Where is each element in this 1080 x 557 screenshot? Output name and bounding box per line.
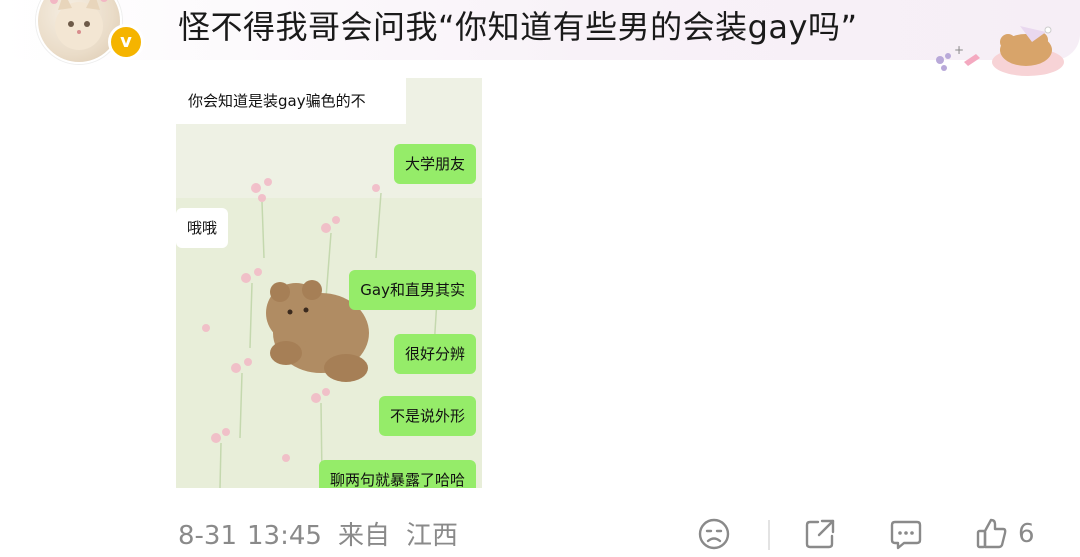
verified-badge: v [108, 24, 144, 60]
svg-text:+: + [954, 43, 964, 57]
comment-time: 13:45 [247, 521, 322, 551]
comment-date: 8-31 [178, 521, 238, 551]
comment-icon [890, 520, 922, 550]
chat-bubble-right: 聊两句就暴露了哈哈 [318, 460, 476, 488]
like-count: 6 [1018, 519, 1035, 549]
share-button[interactable] [802, 514, 838, 554]
sleeping-bear-sticker-icon: + [936, 26, 1064, 76]
comment-source-label: 来自 [337, 521, 390, 551]
comment-text: 怪不得我哥会问我“你知道有些男的会装gay吗” [178, 8, 858, 46]
chat-screenshot-image[interactable]: 你会知道是装gay骗色的不 大学朋友 哦哦 Gay和直男其实 很好分辨 不是说外… [176, 78, 482, 488]
chat-bubble-left: 你会知道是装gay骗色的不 [188, 92, 366, 110]
thumbs-up-icon [976, 518, 1007, 549]
dislike-button[interactable] [696, 514, 732, 554]
divider [768, 520, 770, 550]
chat-bubble-right: 很好分辨 [393, 334, 476, 374]
chat-bubble-right: Gay和直男其实 [349, 270, 476, 310]
comment-location: 江西 [405, 521, 458, 551]
chat-bubble-right: 大学朋友 [393, 144, 476, 184]
dislike-face-icon [698, 518, 730, 550]
chat-bubble-right: 不是说外形 [378, 396, 476, 436]
chat-bubble-left: 哦哦 [176, 208, 229, 248]
like-button[interactable]: 6 [974, 514, 1035, 554]
cat-avatar-icon [50, 0, 108, 50]
comment-button[interactable] [888, 514, 924, 554]
comment-meta: 8-31 13:45 来自 江西 [178, 516, 458, 556]
share-icon [805, 519, 835, 549]
